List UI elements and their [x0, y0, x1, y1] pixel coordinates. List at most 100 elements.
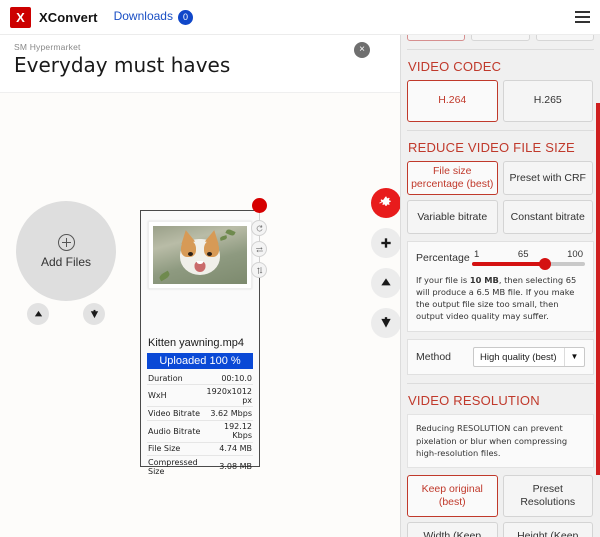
add-files-label: Add Files	[40, 254, 92, 269]
table-row: WxH 1920x1012 px	[147, 384, 253, 408]
plus-circle-icon	[57, 233, 75, 251]
meta-value: 192.12 Kbps	[202, 420, 253, 443]
percentage-track[interactable]	[472, 258, 585, 271]
codec-option-h265[interactable]: H.265	[502, 80, 593, 122]
cutoff-option-button[interactable]	[407, 35, 466, 41]
meta-label: Duration	[147, 372, 203, 386]
percentage-slider-box: Percentage 1 65 100 If your file is 10 M…	[407, 241, 594, 333]
panel-scrollbar[interactable]	[596, 103, 600, 475]
add-plus-icon[interactable]	[371, 228, 401, 258]
file-metadata-table: Duration 00:10.0 WxH 1920x1012 px Video …	[147, 372, 253, 477]
meta-label: Video Bitrate	[147, 406, 203, 421]
flip-vertical-icon[interactable]	[251, 262, 267, 278]
meta-label: File Size	[147, 442, 203, 456]
cloud-upload-icon[interactable]	[371, 268, 401, 298]
advertisement-banner[interactable]: SM Hypermarket Everyday must haves ×	[0, 35, 400, 93]
hamburger-bar	[575, 11, 590, 13]
leaf-decoration	[219, 235, 228, 241]
reduce-option-constant-bitrate[interactable]: Constant bitrate	[502, 200, 593, 235]
hamburger-bar	[575, 21, 590, 23]
video-resolution-options: Keep original (best) Preset Resolutions …	[407, 474, 594, 537]
method-select[interactable]: High quality (best) ▼	[473, 347, 585, 368]
meta-label: WxH	[147, 384, 203, 408]
cutoff-option-button[interactable]	[535, 35, 594, 41]
percentage-note: If your file is 10 MB, then selecting 65…	[416, 274, 585, 322]
percentage-fill	[472, 262, 546, 267]
method-selected-value: High quality (best)	[480, 351, 557, 363]
video-codec-title: VIDEO CODEC	[408, 59, 502, 74]
download-icon[interactable]	[83, 303, 105, 325]
settings-gear-icon[interactable]	[371, 188, 401, 218]
divider	[407, 49, 594, 50]
leaf-decoration	[225, 228, 236, 237]
video-thumbnail	[153, 226, 247, 284]
resolution-option-keep-original[interactable]: Keep original (best)	[407, 474, 498, 517]
percentage-slider[interactable]: 1 65 100	[472, 249, 585, 271]
upload-progress-bar: Uploaded 100 %	[147, 353, 253, 369]
ad-headline: Everyday must haves	[14, 53, 231, 77]
meta-label: Compressed Size	[148, 457, 198, 476]
file-name: Kitten yawning.mp4	[148, 337, 244, 349]
hamburger-icon[interactable]	[575, 11, 590, 23]
cloud-upload-glyph	[34, 310, 42, 316]
resolution-option-height[interactable]: Height (Keep Aspect Ratio)	[502, 521, 593, 537]
rotate-glyph	[256, 224, 262, 231]
ad-close-icon[interactable]: ×	[354, 42, 370, 58]
brand-name: XConvert	[39, 9, 98, 25]
flip-vertical-glyph	[256, 266, 262, 274]
method-row: Method High quality (best) ▼	[407, 339, 594, 376]
downloads-link[interactable]: Downloads 0	[113, 9, 193, 25]
download-icon[interactable]	[371, 308, 401, 338]
table-row: Audio Bitrate 192.12 Kbps	[147, 420, 253, 443]
chevron-down-icon[interactable]: ▼	[564, 348, 584, 367]
resolution-option-preset[interactable]: Preset Resolutions	[502, 474, 593, 517]
meta-value-compressed: 3.08 MB	[219, 462, 252, 472]
cloud-upload-icon[interactable]	[27, 303, 49, 325]
ad-source: SM Hypermarket	[14, 42, 81, 52]
percentage-min: 1	[474, 249, 480, 261]
leaf-decoration	[158, 270, 171, 282]
percentage-thumb[interactable]	[539, 258, 552, 271]
meta-value: 1920x1012 px	[202, 384, 253, 408]
note-bold: 10 MB	[469, 275, 499, 286]
meta-value: 00:10.0	[202, 372, 253, 386]
note-prefix: If your file is	[416, 275, 470, 286]
xconvert-logo[interactable]: X	[10, 6, 31, 28]
reduce-option-file-size-percentage[interactable]: File size percentage (best)	[407, 161, 498, 196]
plus-glyph	[381, 238, 391, 248]
flip-horizontal-icon[interactable]	[251, 241, 267, 257]
table-row: File Size 4.74 MB	[147, 442, 253, 456]
gear-glyph	[379, 196, 391, 207]
percentage-ticks: 1 65 100	[472, 249, 585, 260]
percentage-max: 100	[567, 249, 583, 261]
kitten-eye	[207, 252, 212, 257]
hamburger-bar	[575, 16, 590, 18]
downloads-label: Downloads	[113, 9, 173, 24]
percentage-value: 65	[517, 249, 529, 261]
download-glyph	[90, 309, 98, 318]
resolution-info-text: Reducing RESOLUTION can prevent pixelati…	[407, 414, 594, 468]
kitten-eye	[188, 252, 193, 257]
settings-panel: VIDEO CODEC H.264 H.265 REDUCE VIDEO FIL…	[400, 35, 600, 537]
remove-file-button[interactable]	[252, 198, 267, 213]
rotate-icon[interactable]	[251, 220, 267, 236]
file-card[interactable]: Kitten yawning.mp4 Uploaded 100 % Durati…	[140, 210, 260, 476]
download-glyph	[381, 317, 391, 328]
table-row: Video Bitrate 3.62 Mbps	[147, 406, 253, 421]
reduce-size-title: REDUCE VIDEO FILE SIZE	[408, 140, 575, 155]
meta-label: Audio Bitrate	[147, 420, 203, 443]
left-column: SM Hypermarket Everyday must haves × ⓘ ✕…	[0, 35, 401, 537]
reduce-option-variable-bitrate[interactable]: Variable bitrate	[407, 200, 498, 235]
resolution-option-width[interactable]: Width (Keep Aspect Ratio)	[407, 521, 498, 537]
codec-option-h264[interactable]: H.264	[407, 80, 498, 122]
video-thumbnail-frame	[148, 221, 252, 289]
meta-value: 3.62 Mbps	[202, 406, 253, 421]
percentage-label: Percentage	[416, 252, 470, 265]
video-codec-options: H.264 H.265	[407, 80, 594, 122]
add-files-button[interactable]: Add Files	[16, 201, 116, 301]
reduce-option-preset-crf[interactable]: Preset with CRF	[502, 161, 593, 196]
file-metadata-body: Duration 00:10.0 WxH 1920x1012 px Video …	[147, 372, 253, 477]
table-row: Duration 00:10.0	[147, 372, 253, 386]
tool-column	[371, 188, 401, 338]
cutoff-option-button[interactable]	[471, 35, 530, 41]
